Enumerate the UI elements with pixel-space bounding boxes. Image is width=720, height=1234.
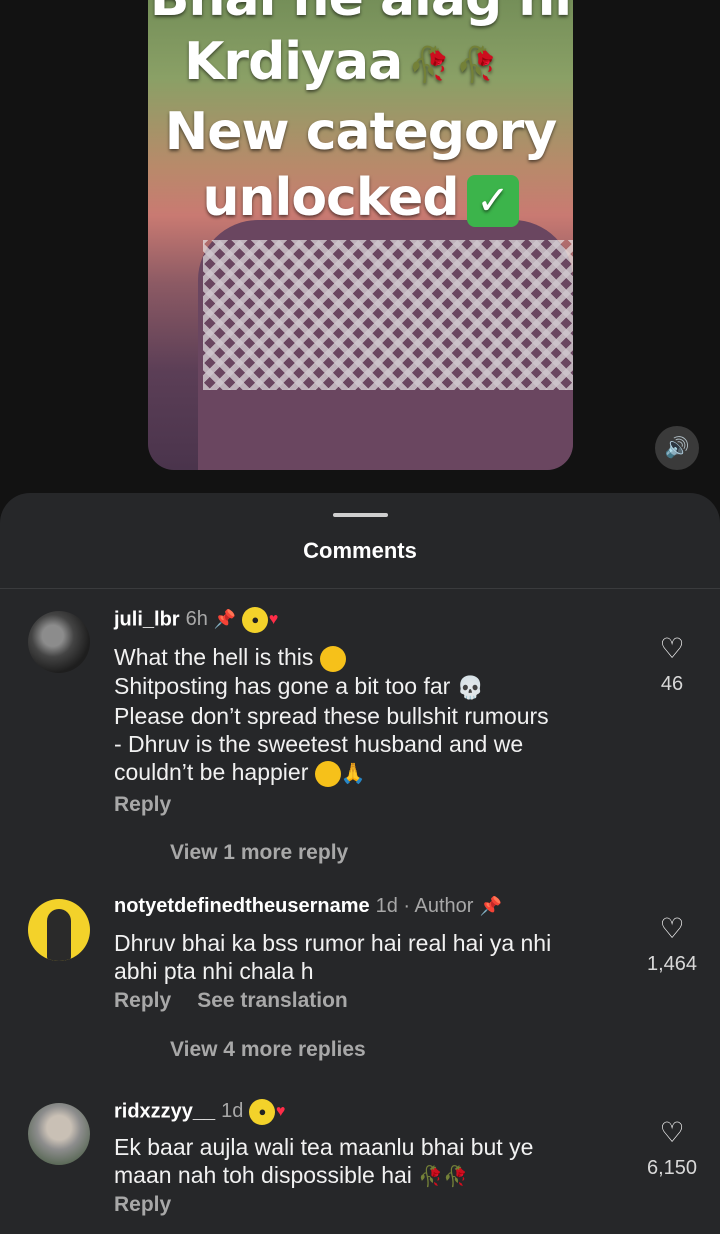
like-button[interactable]: ♡ 46 <box>632 635 712 696</box>
reply-button[interactable]: Reply <box>114 1193 171 1216</box>
folded-hands-emoji-icon: 🙏 <box>340 762 366 785</box>
heart-icon[interactable]: ♡ <box>632 915 712 943</box>
sound-toggle-button[interactable]: 🔊 <box>655 426 699 470</box>
heart-icon[interactable]: ♡ <box>632 1119 712 1147</box>
reply-button[interactable]: Reply <box>114 793 171 816</box>
avatar[interactable] <box>28 1103 90 1165</box>
sheet-divider <box>0 588 720 589</box>
author-label-text: Author <box>414 895 474 917</box>
comment-line: couldn’t be happier <box>114 758 309 785</box>
pin-icon: 📌 <box>479 896 502 916</box>
like-count: 1,464 <box>646 953 698 975</box>
avatar-figure <box>47 909 71 961</box>
like-count: 6,150 <box>646 1157 698 1179</box>
overlay-line-3: New category <box>164 102 557 162</box>
see-translation-button[interactable]: See translation <box>197 989 348 1012</box>
creator-like-badge-icon: ● ♥ <box>249 1099 285 1125</box>
comment-meta: ridxzzyy__ 1d ● ♥ <box>114 1099 285 1125</box>
sweat-smile-emoji-icon <box>314 760 341 787</box>
wilted-rose-icon: 🥀 <box>418 1165 444 1188</box>
comment-time: 1d <box>375 895 398 917</box>
comment-meta: notyetdefinedtheusername 1d · Author 📌 <box>114 895 502 918</box>
reply-button[interactable]: Reply <box>114 989 171 1012</box>
sheet-drag-handle[interactable] <box>333 513 388 517</box>
overlay-line-2: Krdiyaa 🥀 🥀 <box>148 32 553 92</box>
comment-line: Ek baar aujla wali tea maanlu bhai but y… <box>114 1134 534 1160</box>
comment-actions: Reply See translation <box>114 989 348 1013</box>
comment-text: What the hell is this Shitposting has go… <box>114 643 634 788</box>
skull-emoji-icon: 💀 <box>456 674 485 700</box>
avatar[interactable] <box>28 899 90 961</box>
speaker-icon: 🔊 <box>664 437 690 459</box>
comment-meta: juli_lbr 6h 📌 ● ♥ <box>114 607 278 633</box>
avatar[interactable] <box>28 611 90 673</box>
overlay-line-1: Bhai ne alag hi <box>148 0 573 28</box>
comment-line: What the hell is this <box>114 644 314 670</box>
comment-line: maan nah toh dispossible hai <box>114 1162 412 1188</box>
comment-line: - Dhruv is the sweetest husband and we <box>114 730 524 757</box>
overlay-line-4-text: unlocked <box>202 168 459 228</box>
comment-username[interactable]: juli_lbr <box>114 608 180 630</box>
overlay-line-4: unlocked ✓ <box>148 168 573 228</box>
comment-line: Please don’t spread these bullshit rumou… <box>114 702 549 729</box>
check-mark-icon: ✓ <box>466 175 519 227</box>
reel-video-area[interactable]: Bhai ne alag hi Krdiyaa🥀🥀 New category u… <box>0 0 720 520</box>
reel-video-thumbnail[interactable]: Bhai ne alag hi Krdiyaa🥀🥀 New category u… <box>148 0 573 470</box>
heart-icon[interactable]: ♡ <box>632 635 712 663</box>
comment-line: Dhruv bhai ka bss rumor hai real hai ya … <box>114 930 552 956</box>
comment-username[interactable]: notyetdefinedtheusername <box>114 895 370 917</box>
pin-icon: 📌 <box>213 609 237 630</box>
comment-line: abhi pta nhi chala h <box>114 958 314 984</box>
comments-sheet: Comments juli_lbr 6h 📌 ● ♥ What the hell is … <box>0 493 720 1234</box>
comment-actions: Reply <box>114 1193 171 1217</box>
wilted-rose-icon: 🥀 <box>408 45 450 85</box>
comment-time: 1d <box>221 1100 244 1123</box>
wilted-rose-icon: 🥀 <box>443 1165 469 1188</box>
view-replies-button[interactable]: View 4 more replies <box>170 1038 366 1062</box>
author-label: · Author <box>397 895 474 917</box>
like-button[interactable]: ♡ 1,464 <box>632 915 712 976</box>
comment-time: 6h <box>185 608 208 631</box>
laughing-emoji-icon <box>319 645 346 672</box>
creator-like-badge-icon: ● ♥ <box>242 607 278 633</box>
sweater-pattern <box>203 240 573 390</box>
wilted-rose-icon: 🥀 <box>455 45 498 85</box>
comment-text: Dhruv bhai ka bss rumor hai real hai ya … <box>114 929 634 985</box>
like-button[interactable]: ♡ 6,150 <box>632 1119 712 1180</box>
overlay-line-2-text: Krdiyaa <box>184 32 403 92</box>
comment-username[interactable]: ridxzzyy__ <box>114 1100 215 1122</box>
sheet-title: Comments <box>303 538 417 563</box>
view-replies-button[interactable]: View 1 more reply <box>170 841 348 865</box>
comment-actions: Reply <box>114 793 171 817</box>
comment-line: Shitposting has gone a bit too far <box>114 672 451 699</box>
comment-text: Ek baar aujla wali tea maanlu bhai but y… <box>114 1133 634 1191</box>
like-count: 46 <box>660 673 684 695</box>
